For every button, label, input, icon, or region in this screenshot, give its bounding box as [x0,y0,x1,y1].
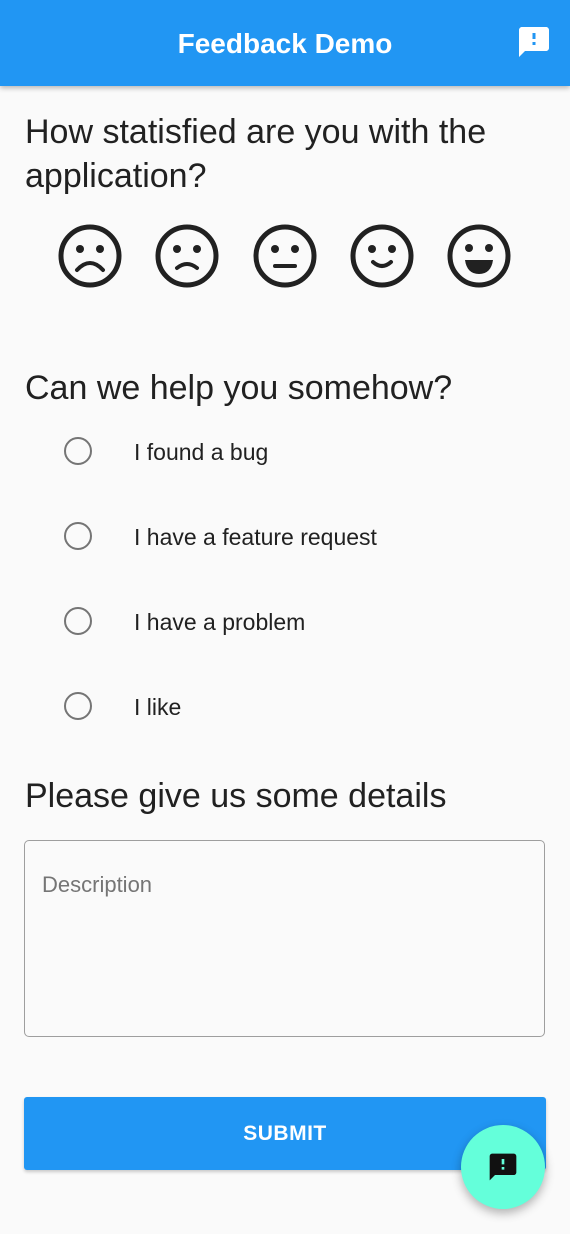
radio-option-bug[interactable]: I found a bug [62,432,542,472]
radio-label: I found a bug [134,439,269,465]
app-title: Feedback Demo [177,28,393,59]
radio-label: I like [134,694,182,720]
very-satisfied-icon[interactable] [445,222,513,290]
radio-label: I have a feature request [134,524,377,550]
radio-button[interactable] [64,522,92,550]
dissatisfied-icon[interactable] [153,222,221,290]
radio-option-feature-request[interactable]: I have a feature request [62,517,542,557]
help-question: Can we help you somehow? [25,369,453,407]
radio-label: I have a problem [134,609,306,635]
satisfied-icon[interactable] [348,222,416,290]
feedback-fab[interactable] [461,1125,545,1209]
radio-button[interactable] [64,437,92,465]
neutral-icon[interactable] [251,222,319,290]
description-input[interactable] [25,841,544,1036]
feedback-icon [489,1153,517,1181]
rating-options [56,222,516,290]
details-question: Please give us some details [25,777,447,815]
description-field[interactable] [24,840,545,1037]
radio-option-like[interactable]: I like [62,687,542,727]
very-dissatisfied-icon[interactable] [56,222,124,290]
rating-question: How statisfied are you with the applicat… [25,113,487,195]
radio-button[interactable] [64,607,92,635]
radio-option-problem[interactable]: I have a problem [62,602,542,642]
app-bar: Feedback Demo [0,0,570,86]
feedback-icon[interactable] [516,24,552,60]
radio-button[interactable] [64,692,92,720]
